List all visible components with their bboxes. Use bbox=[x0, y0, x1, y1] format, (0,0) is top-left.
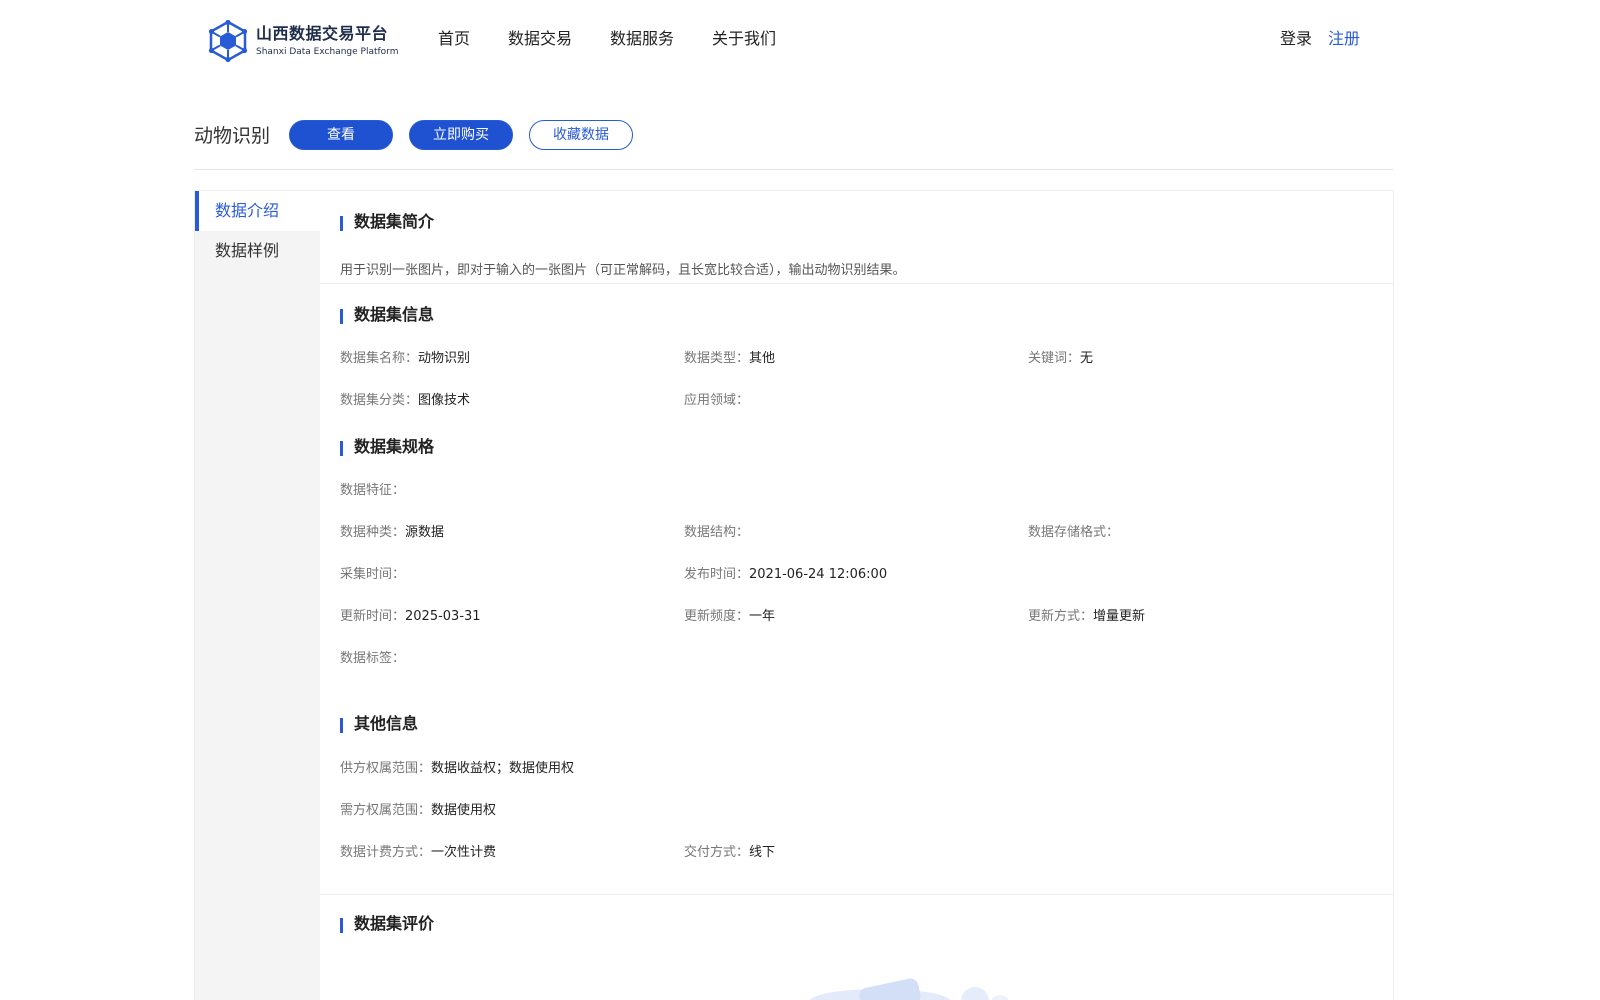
spec-feature: 数据特征： bbox=[340, 483, 406, 498]
evaluation-section: 数据集评价 bbox=[320, 913, 434, 935]
favorite-button[interactable]: 收藏数据 bbox=[529, 120, 633, 150]
nav-item-data-trading[interactable]: 数据交易 bbox=[508, 27, 572, 51]
other-supplier-rights: 供方权属范围：数据收益权；数据使用权 bbox=[340, 761, 575, 776]
info-data-type: 数据类型：其他 bbox=[684, 351, 776, 366]
nav-item-about-us[interactable]: 关于我们 bbox=[712, 27, 776, 51]
login-link[interactable]: 登录 bbox=[1280, 27, 1312, 51]
info-domain: 应用领域： bbox=[684, 393, 750, 408]
spec-structure: 数据结构： bbox=[684, 525, 750, 540]
content-area: 数据集简介 用于识别一张图片，即对于输入的一张图片（可正常解码，且长宽比较合适）… bbox=[320, 191, 1394, 1000]
divider bbox=[320, 283, 1394, 284]
other-row-3: 数据计费方式：一次性计费 交付方式：线下 bbox=[340, 843, 1380, 863]
spec-tags: 数据标签： bbox=[340, 651, 406, 666]
logo[interactable]: 山西数据交易平台 Shanxi Data Exchange Platform bbox=[208, 20, 398, 62]
view-button[interactable]: 查看 bbox=[289, 120, 393, 150]
logo-text: 山西数据交易平台 Shanxi Data Exchange Platform bbox=[256, 24, 398, 59]
hexagon-network-logo-icon bbox=[208, 20, 248, 62]
other-billing: 数据计费方式：一次性计费 bbox=[340, 845, 497, 860]
other-section: 其他信息 bbox=[320, 713, 418, 735]
spec-storage-format: 数据存储格式： bbox=[1028, 525, 1120, 540]
register-link[interactable]: 注册 bbox=[1328, 27, 1360, 51]
info-title: 数据集信息 bbox=[340, 304, 434, 326]
spec-row-5: 数据标签： bbox=[340, 649, 1380, 669]
spec-title: 数据集规格 bbox=[340, 436, 434, 458]
spec-update-frequency: 更新频度：一年 bbox=[684, 609, 776, 624]
intro-section: 数据集简介 bbox=[320, 211, 434, 233]
spec-update-mode: 更新方式：增量更新 bbox=[1028, 609, 1146, 624]
spec-row-3: 采集时间： 发布时间：2021-06-24 12:06:00 bbox=[340, 565, 1380, 585]
auth-links: 登录 注册 bbox=[1280, 27, 1360, 51]
sidebar-item-data-sample[interactable]: 数据样例 bbox=[195, 231, 320, 271]
intro-text: 用于识别一张图片，即对于输入的一张图片（可正常解码，且长宽比较合适），输出动物识… bbox=[340, 263, 906, 278]
buy-now-button[interactable]: 立即购买 bbox=[409, 120, 513, 150]
nav-item-data-services[interactable]: 数据服务 bbox=[610, 27, 674, 51]
page-title: 动物识别 bbox=[194, 125, 271, 147]
other-row-2: 需方权属范围：数据使用权 bbox=[340, 801, 1380, 821]
empty-evaluation-illustration-icon bbox=[810, 978, 1009, 1000]
sidebar-item-data-intro[interactable]: 数据介绍 bbox=[195, 191, 320, 231]
top-header: 山西数据交易平台 Shanxi Data Exchange Platform 首… bbox=[0, 0, 1584, 80]
other-row-1: 供方权属范围：数据收益权；数据使用权 bbox=[340, 759, 1380, 779]
evaluation-title: 数据集评价 bbox=[340, 913, 434, 935]
spec-kind: 数据种类：源数据 bbox=[340, 525, 445, 540]
intro-title: 数据集简介 bbox=[340, 211, 434, 233]
info-row-2: 数据集分类：图像技术 应用领域： bbox=[340, 391, 1380, 411]
other-delivery: 交付方式：线下 bbox=[684, 845, 776, 860]
logo-subtitle: Shanxi Data Exchange Platform bbox=[256, 46, 399, 57]
info-keyword: 关键词：无 bbox=[1028, 351, 1094, 366]
main-panel: 数据介绍 数据样例 数据集简介 用于识别一张图片，即对于输入的一张图片（可正常解… bbox=[194, 190, 1394, 1000]
spec-section: 数据集规格 bbox=[320, 436, 434, 458]
info-dataset-name: 数据集名称：动物识别 bbox=[340, 351, 471, 366]
dataset-title-bar: 动物识别 查看 立即购买 收藏数据 bbox=[194, 118, 1394, 170]
spec-collect-time: 采集时间： bbox=[340, 567, 406, 582]
info-row-1: 数据集名称：动物识别 数据类型：其他 关键词：无 bbox=[340, 349, 1380, 369]
sidebar: 数据介绍 数据样例 bbox=[195, 191, 320, 1000]
spec-row-1: 数据特征： bbox=[340, 481, 1380, 501]
nav-item-home[interactable]: 首页 bbox=[438, 27, 470, 51]
info-section: 数据集信息 bbox=[320, 304, 434, 326]
divider bbox=[320, 894, 1394, 895]
spec-row-2: 数据种类：源数据 数据结构： 数据存储格式： bbox=[340, 523, 1380, 543]
main-nav: 首页 数据交易 数据服务 关于我们 bbox=[438, 27, 814, 51]
spec-update-time: 更新时间：2025-03-31 bbox=[340, 609, 481, 624]
spec-publish-time: 发布时间：2021-06-24 12:06:00 bbox=[684, 567, 888, 582]
other-title: 其他信息 bbox=[340, 713, 418, 735]
spec-row-4: 更新时间：2025-03-31 更新频度：一年 更新方式：增量更新 bbox=[340, 607, 1380, 627]
other-demand-rights: 需方权属范围：数据使用权 bbox=[340, 803, 497, 818]
logo-title: 山西数据交易平台 bbox=[256, 23, 389, 43]
info-category: 数据集分类：图像技术 bbox=[340, 393, 471, 408]
